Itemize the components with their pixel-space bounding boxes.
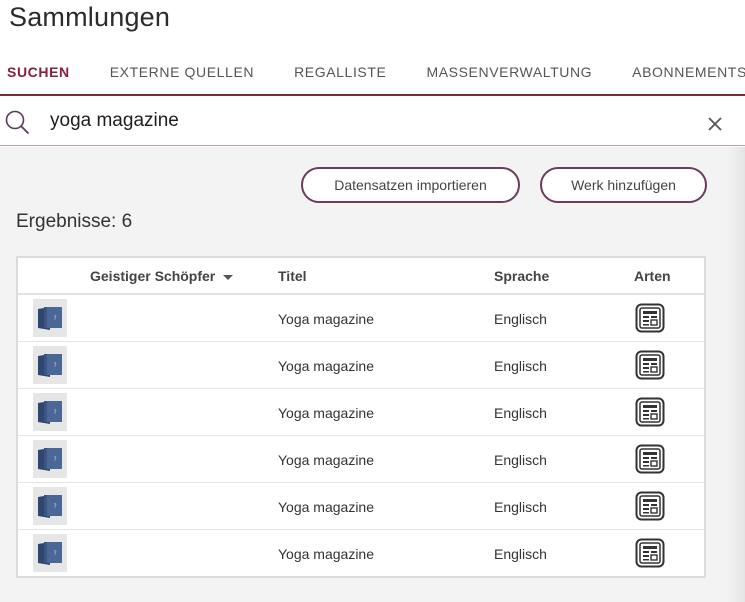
column-header-title[interactable]: Titel [278, 268, 307, 284]
tab-suchen[interactable]: SUCHEN [7, 56, 70, 94]
close-icon[interactable] [706, 115, 724, 133]
tab-bar: SUCHEN EXTERNE QUELLEN REGALLISTE MASSEN… [0, 56, 745, 96]
results-count: Ergebnisse: 6 [16, 211, 133, 232]
table-row[interactable]: ? Yoga magazine Englisch [18, 342, 704, 389]
cell-language: Englisch [494, 546, 547, 562]
book-cover-icon: ? [38, 542, 62, 565]
sort-down-icon [223, 274, 234, 280]
scroll-edge [727, 147, 745, 602]
svg-text:?: ? [54, 315, 57, 322]
search-results-panel: Datensatzen importieren Werk hinzufügen … [0, 147, 745, 602]
column-header-creator-label: Geistiger Schöpfer [90, 268, 216, 284]
serial-icon [635, 397, 665, 427]
serial-icon [635, 491, 665, 521]
cell-language: Englisch [494, 499, 547, 515]
table-header: Geistiger Schöpfer Titel Sprache Arten [18, 258, 704, 295]
svg-text:?: ? [54, 456, 57, 463]
column-header-types: Arten [634, 268, 671, 284]
results-table: Geistiger Schöpfer Titel Sprache Arten ?… [16, 256, 706, 578]
import-records-button[interactable]: Datensatzen importieren [301, 167, 520, 203]
cell-title[interactable]: Yoga magazine [278, 546, 374, 562]
page-title: Sammlungen [9, 2, 171, 32]
cell-title[interactable]: Yoga magazine [278, 358, 374, 374]
svg-text:?: ? [54, 550, 57, 557]
cover-thumbnail[interactable]: ? [33, 534, 67, 572]
table-row[interactable]: ? Yoga magazine Englisch [18, 483, 704, 530]
cover-thumbnail[interactable]: ? [33, 346, 67, 384]
cell-language: Englisch [494, 358, 547, 374]
table-row[interactable]: ? Yoga magazine Englisch [18, 295, 704, 342]
cover-thumbnail[interactable]: ? [33, 440, 67, 478]
cell-title[interactable]: Yoga magazine [278, 499, 374, 515]
tab-regalliste[interactable]: REGALLISTE [294, 56, 386, 94]
table-row[interactable]: ? Yoga magazine Englisch [18, 530, 704, 577]
serial-icon [635, 444, 665, 474]
cell-language: Englisch [494, 452, 547, 468]
svg-text:?: ? [54, 503, 57, 510]
serial-icon [635, 303, 665, 333]
book-cover-icon: ? [38, 307, 62, 330]
svg-text:?: ? [54, 362, 57, 369]
svg-text:?: ? [54, 409, 57, 416]
search-icon[interactable] [4, 109, 30, 135]
search-bar [0, 98, 745, 146]
column-header-language[interactable]: Sprache [494, 268, 549, 284]
column-header-creator[interactable]: Geistiger Schöpfer [90, 268, 234, 284]
cell-title[interactable]: Yoga magazine [278, 405, 374, 421]
add-work-button[interactable]: Werk hinzufügen [540, 167, 707, 203]
serial-icon [635, 350, 665, 380]
cell-language: Englisch [494, 405, 547, 421]
book-cover-icon: ? [38, 448, 62, 471]
table-body: ? Yoga magazine Englisch ? Yoga magazine… [18, 295, 704, 577]
tab-abonnements[interactable]: ABONNEMENTS [632, 56, 745, 94]
serial-icon [635, 538, 665, 568]
tab-externe-quellen[interactable]: EXTERNE QUELLEN [110, 56, 254, 94]
cover-thumbnail[interactable]: ? [33, 487, 67, 525]
cell-title[interactable]: Yoga magazine [278, 311, 374, 327]
table-row[interactable]: ? Yoga magazine Englisch [18, 436, 704, 483]
book-cover-icon: ? [38, 495, 62, 518]
cell-title[interactable]: Yoga magazine [278, 452, 374, 468]
book-cover-icon: ? [38, 401, 62, 424]
cover-thumbnail[interactable]: ? [33, 393, 67, 431]
book-cover-icon: ? [38, 354, 62, 377]
cell-language: Englisch [494, 311, 547, 327]
cover-thumbnail[interactable]: ? [33, 299, 67, 337]
table-row[interactable]: ? Yoga magazine Englisch [18, 389, 704, 436]
search-input[interactable] [50, 106, 670, 136]
tab-massenverwaltung[interactable]: MASSENVERWALTUNG [426, 56, 592, 94]
